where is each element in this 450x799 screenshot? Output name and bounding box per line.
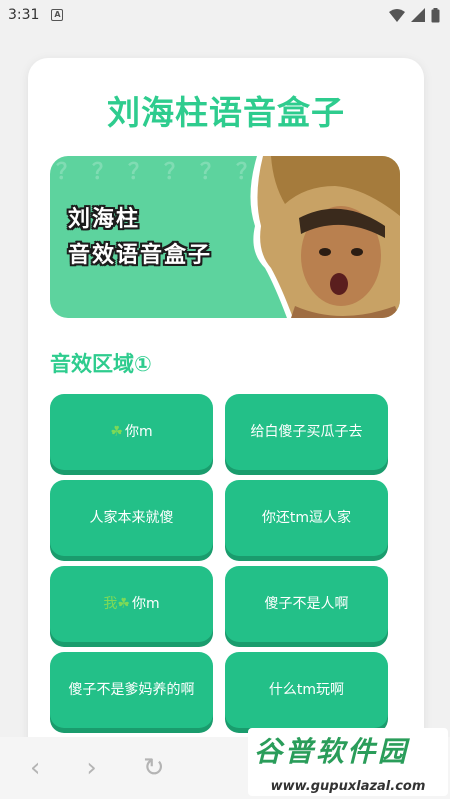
battery-icon [431,7,440,22]
banner-text: 刘海柱 音效语音盒子 [68,202,212,274]
sound-button-label: 你m [131,596,160,612]
sound-button-label: 傻子不是人啊 [264,596,349,612]
banner-photo [250,156,400,318]
sound-button[interactable]: ☘ 你m [50,394,213,470]
status-time: 3:31 [8,7,40,23]
sound-button[interactable]: 傻子不是爹妈养的啊 [50,652,213,728]
site-watermark: 谷普软件园 www.gupuxlazal.com [248,728,448,796]
banner: ？？？？？？？？？？？？？？？？？？？？？？？？？？？？？？？？？？？？？？？ … [50,156,400,318]
refresh-icon[interactable]: ↻ [143,753,165,783]
app-notification-icon: A [51,9,64,21]
sound-button[interactable]: 人家本来就傻 [50,480,213,556]
sound-button-label: 你m [124,424,153,440]
app-title: 刘海柱语音盒子 [107,93,345,132]
sound-button-label: 给白傻子买瓜子去 [250,424,363,440]
signal-icon [411,8,425,22]
forward-icon[interactable]: › [86,753,96,783]
sound-button[interactable]: 我☘ 你m [50,566,213,642]
watermark-title: 谷普软件园 [254,735,410,768]
sound-button-label: 你还tm逗人家 [261,510,352,526]
sound-button[interactable]: 什么tm玩啊 [225,652,388,728]
section-title: 音效区域① [50,352,152,376]
sound-button-label: 傻子不是爹妈养的啊 [68,682,195,698]
sound-button[interactable]: 傻子不是人啊 [225,566,388,642]
sound-button[interactable]: 给白傻子买瓜子去 [225,394,388,470]
sound-button-label: 人家本来就傻 [89,510,174,526]
sound-button-label: 什么tm玩啊 [268,682,345,698]
clover-icon: 我☘ [103,596,130,612]
status-left: 3:31 A [8,7,64,23]
main-card: 刘海柱语音盒子 ？？？？？？？？？？？？？？？？？？？？？？？？？？？？？？？？… [28,58,424,778]
sound-button-grid: ☘ 你m 给白傻子买瓜子去 人家本来就傻 你还tm逗人家 我☘ 你m 傻子不是人啊 … [50,394,390,728]
status-bar: 3:31 A [0,0,450,30]
status-right [389,7,440,23]
back-icon[interactable]: ‹ [30,753,40,783]
banner-line-1: 刘海柱 [68,207,141,232]
banner-line-2: 音效语音盒子 [68,243,213,268]
wifi-icon [389,8,405,22]
sound-button[interactable]: 你还tm逗人家 [225,480,388,556]
watermark-url: www.gupuxlazal.com [270,779,426,794]
clover-icon: ☘ [110,424,123,440]
